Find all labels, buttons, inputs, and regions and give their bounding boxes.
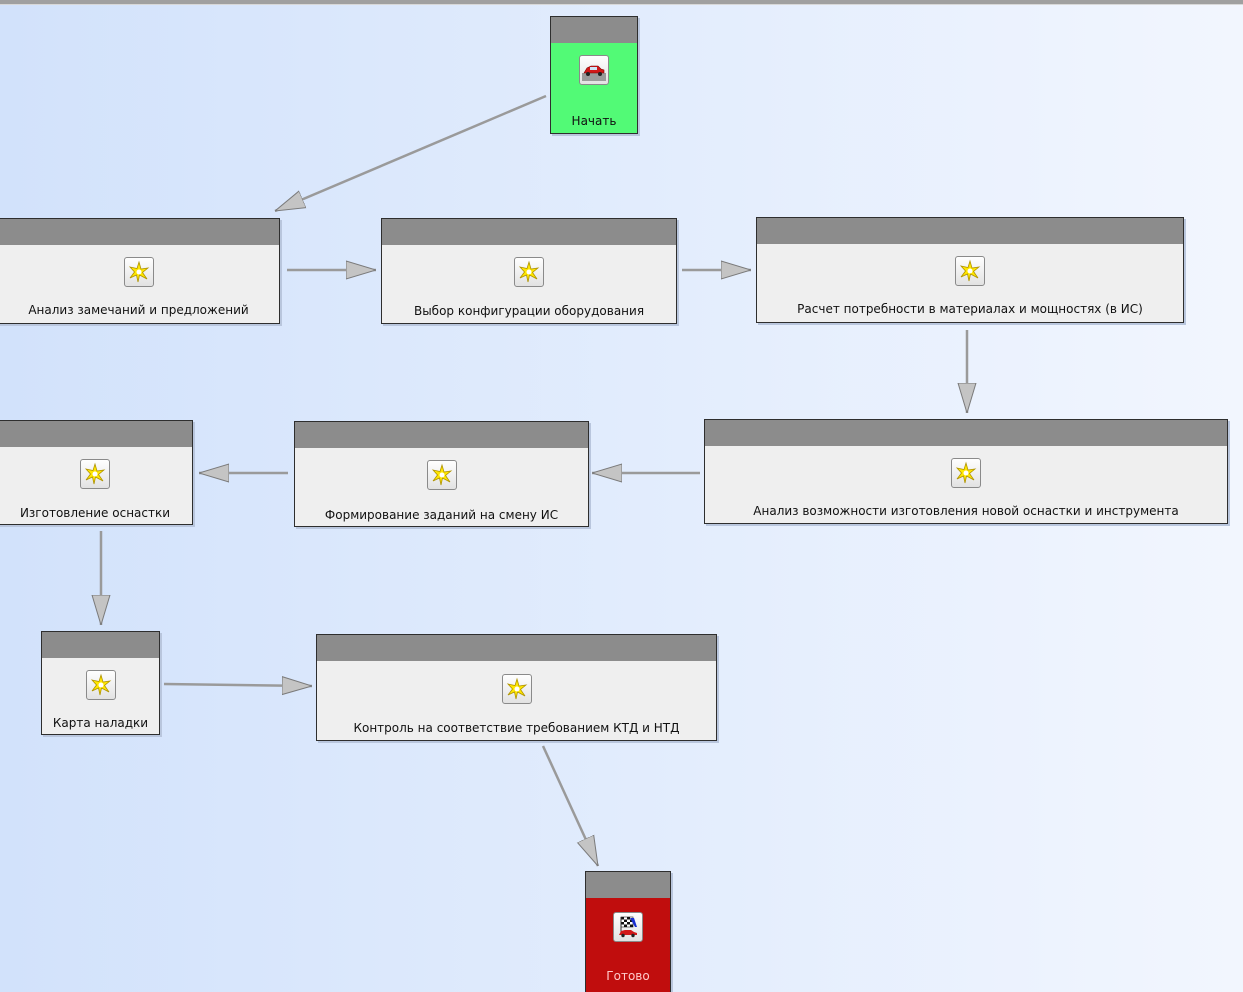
node-label: Начать	[571, 114, 617, 128]
task-node[interactable]: Выбор конфигурации оборудования	[381, 218, 677, 324]
node-label: Анализ возможности изготовления новой ос…	[753, 504, 1179, 518]
arrow-start-to-task1	[275, 94, 547, 213]
star-task-icon	[80, 459, 110, 489]
task-node[interactable]: Формирование заданий на смену ИС	[294, 421, 589, 527]
workflow-canvas[interactable]: Начать Анализ замечаний и предложений Вы…	[0, 0, 1243, 992]
node-label: Карта наладки	[52, 716, 149, 730]
node-header	[0, 421, 192, 447]
task-node[interactable]: Анализ возможности изготовления новой ос…	[704, 419, 1228, 524]
node-header	[42, 632, 159, 658]
star-task-icon	[514, 257, 544, 287]
end-node[interactable]: Готово	[585, 871, 671, 992]
node-label: Контроль на соответствие требованием КТД…	[353, 721, 680, 735]
star-task-icon	[955, 256, 985, 286]
node-header	[757, 218, 1183, 244]
node-header	[382, 219, 676, 245]
arrow-task7-to-task8	[163, 684, 312, 686]
task-node[interactable]: Контроль на соответствие требованием КТД…	[316, 634, 717, 741]
node-label: Формирование заданий на смену ИС	[324, 508, 559, 522]
car-icon	[579, 55, 609, 85]
node-label: Изготовление оснастки	[19, 506, 171, 520]
star-task-icon	[501, 674, 532, 704]
task-node[interactable]: Расчет потребности в материалах и мощнос…	[756, 217, 1184, 323]
node-header	[317, 635, 716, 661]
node-header	[295, 422, 588, 448]
task-node[interactable]: Анализ замечаний и предложений	[0, 218, 280, 324]
node-header	[705, 420, 1227, 446]
star-task-icon	[951, 458, 981, 488]
node-header	[551, 17, 637, 43]
race-flag-car-icon	[613, 912, 643, 942]
task-node[interactable]: Карта наладки	[41, 631, 160, 735]
star-task-icon	[85, 670, 116, 700]
node-label: Анализ замечаний и предложений	[28, 303, 249, 317]
node-label: Расчет потребности в материалах и мощнос…	[797, 302, 1143, 316]
star-task-icon	[123, 257, 154, 287]
star-task-icon	[426, 460, 457, 490]
node-header	[0, 219, 279, 245]
node-header	[586, 872, 670, 898]
node-label: Готово	[606, 969, 650, 983]
start-node[interactable]: Начать	[550, 16, 638, 134]
task-node[interactable]: Изготовление оснастки	[0, 420, 193, 525]
node-label: Выбор конфигурации оборудования	[413, 304, 645, 318]
arrow-task8-to-end	[541, 745, 600, 866]
